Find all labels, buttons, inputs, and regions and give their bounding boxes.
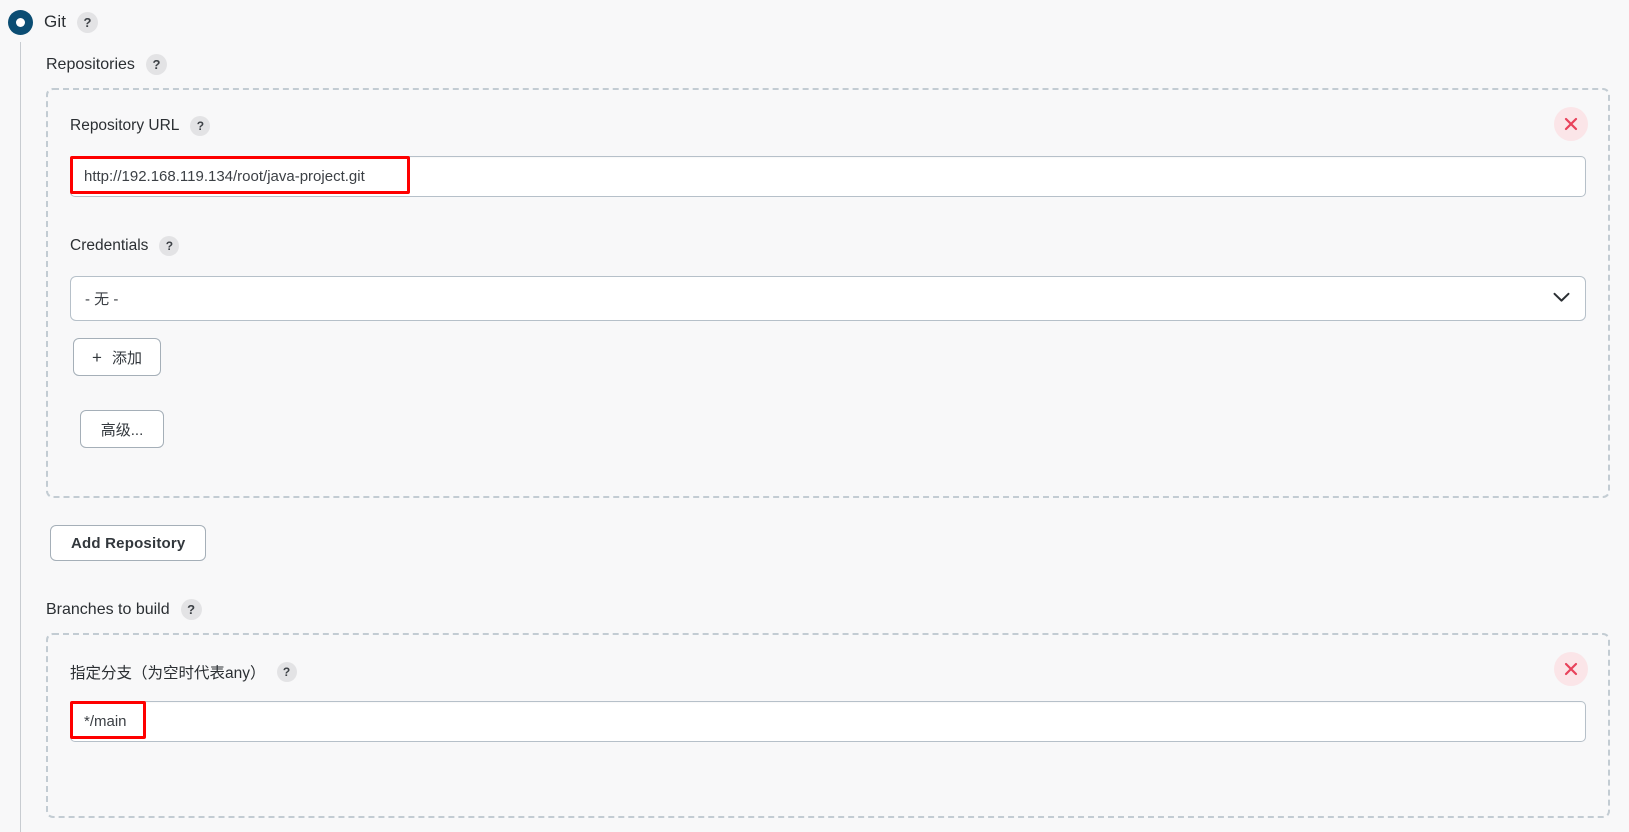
help-icon-repository-url[interactable]: ? bbox=[190, 116, 211, 136]
branch-entry-block: 指定分支（为空时代表any） ? bbox=[46, 633, 1610, 818]
branches-label-text: Branches to build bbox=[46, 600, 170, 618]
branch-specifier-input[interactable] bbox=[70, 701, 1586, 742]
add-credentials-label: 添加 bbox=[111, 349, 142, 367]
credentials-select[interactable]: - 无 - bbox=[70, 276, 1586, 321]
add-repository-button[interactable]: Add Repository bbox=[50, 525, 207, 561]
credentials-label: Credentials ? bbox=[70, 236, 180, 256]
repositories-label-text: Repositories bbox=[46, 55, 135, 73]
scm-option-label: Git bbox=[44, 12, 67, 31]
advanced-button[interactable]: 高级... bbox=[80, 410, 164, 448]
repository-url-label-text: Repository URL bbox=[70, 117, 180, 134]
scm-option-git[interactable]: Git ? bbox=[8, 8, 99, 36]
branches-section-label: Branches to build ? bbox=[46, 599, 202, 620]
credentials-select-value[interactable]: - 无 - bbox=[70, 276, 1586, 321]
branch-specifier-label-text: 指定分支（为空时代表any） bbox=[70, 665, 266, 682]
advanced-button-label: 高级... bbox=[100, 421, 144, 439]
delete-repository-button[interactable] bbox=[1554, 107, 1588, 141]
help-icon-branch-specifier[interactable]: ? bbox=[276, 662, 297, 682]
indent-guide-line bbox=[20, 42, 21, 832]
repository-url-label: Repository URL ? bbox=[70, 116, 211, 136]
branch-specifier-label: 指定分支（为空时代表any） ? bbox=[70, 661, 297, 683]
help-icon-credentials[interactable]: ? bbox=[159, 236, 180, 256]
delete-branch-button[interactable] bbox=[1554, 652, 1588, 686]
repository-entry-block: Repository URL ? Credentials ? - 无 - + 添… bbox=[46, 88, 1610, 498]
help-icon-branches[interactable]: ? bbox=[180, 599, 202, 620]
repository-url-input[interactable] bbox=[70, 156, 1586, 197]
credentials-label-text: Credentials bbox=[70, 237, 149, 254]
help-icon-repositories[interactable]: ? bbox=[145, 54, 167, 75]
add-credentials-button[interactable]: + 添加 bbox=[73, 338, 161, 376]
radio-selected-icon[interactable] bbox=[8, 9, 33, 35]
help-icon-git[interactable]: ? bbox=[77, 11, 99, 33]
git-scm-config-panel: Git ? Repositories ? Repository URL ? Cr… bbox=[0, 0, 1629, 832]
plus-icon: + bbox=[92, 347, 102, 367]
repositories-section-label: Repositories ? bbox=[46, 54, 167, 75]
add-repository-label: Add Repository bbox=[71, 534, 186, 552]
